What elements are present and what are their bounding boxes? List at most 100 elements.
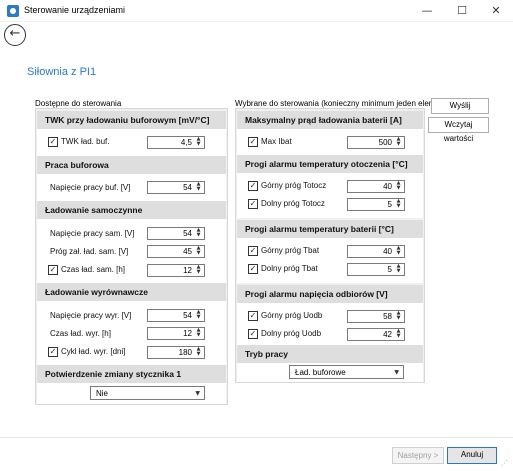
spinner-value: 54 (183, 229, 192, 238)
spinner-value: 12 (183, 266, 192, 275)
value-spinner[interactable]: 45 ▲ ▼ (147, 245, 205, 258)
value-spinner[interactable]: 58 ▲ ▼ (347, 310, 405, 323)
spinner-value: 5 (387, 200, 392, 209)
spinner-arrows-icon[interactable]: ▲ ▼ (394, 311, 403, 322)
spinner-arrows-icon[interactable]: ▲ ▼ (394, 137, 403, 148)
selected-panel: Maksymalny prąd ładowania baterii [A] ✓ … (235, 108, 425, 383)
row-label: TWK ład. buf. (61, 137, 110, 146)
spinner-value: 40 (383, 247, 392, 256)
dropdown-value: Ład. buforowe (295, 368, 346, 377)
spinner-value: 54 (183, 183, 192, 192)
spinner-arrows-icon[interactable]: ▲ ▼ (194, 310, 203, 321)
row-label: Napięcie pracy wyr. [V] (50, 311, 132, 320)
spinner-arrows-icon[interactable]: ▲ ▼ (394, 181, 403, 192)
spinner-value: 5 (387, 265, 392, 274)
spinner-arrows-icon[interactable]: ▲ ▼ (194, 182, 203, 193)
group-header: Praca buforowa (37, 156, 226, 174)
spinner-value: 500 (378, 138, 392, 147)
spinner-arrows-icon[interactable]: ▲ ▼ (194, 328, 203, 339)
row-label: Napięcie pracy buf. [V] (50, 183, 131, 192)
checkbox[interactable]: ✓ (48, 265, 58, 275)
group-body: ✓ Górny próg Totocz 40 ▲ ▼ ✓ Dolny próg T… (237, 173, 423, 218)
value-spinner[interactable]: 5 ▲ ▼ (347, 263, 405, 276)
contactor-confirm-dropdown[interactable]: Nie ▼ (90, 386, 205, 400)
work-mode-dropdown[interactable]: Ład. buforowe ▼ (289, 365, 404, 379)
spinner-arrows-icon[interactable]: ▲ ▼ (394, 199, 403, 210)
resize-grip-icon[interactable]: ⋰ (501, 459, 511, 469)
value-spinner[interactable]: 54 ▲ ▼ (147, 227, 205, 240)
group-body: ✓ Górny próg Uodb 58 ▲ ▼ ✓ Dolny próg Uod… (237, 303, 423, 348)
group-header: TWK przy ładowaniu buforowym [mV/°C] (37, 111, 226, 129)
value-spinner[interactable]: 12 ▲ ▼ (147, 327, 205, 340)
back-arrow-icon[interactable]: ← (4, 24, 26, 46)
checkbox[interactable]: ✓ (248, 311, 258, 321)
value-spinner[interactable]: 5 ▲ ▼ (347, 198, 405, 211)
checkbox[interactable]: ✓ (48, 137, 58, 147)
spinner-arrows-icon[interactable]: ▲ ▼ (394, 246, 403, 257)
minimize-icon[interactable]: — (410, 0, 444, 22)
load-values-button[interactable]: Wczytaj wartości (428, 117, 489, 143)
checkbox[interactable]: ✓ (248, 264, 258, 274)
group-body: Ład. buforowe ▼ (237, 363, 423, 382)
spinner-value: 45 (183, 247, 192, 256)
cancel-button[interactable]: Anuluj (447, 447, 497, 464)
close-icon[interactable]: ✕ (479, 0, 513, 22)
value-spinner[interactable]: 40 ▲ ▼ (347, 180, 405, 193)
next-button[interactable]: Następny > (392, 447, 444, 464)
window-title: Sterowanie urządzeniami (24, 5, 126, 15)
spinner-arrows-icon[interactable]: ▲ ▼ (194, 246, 203, 257)
chevron-down-icon: ▼ (394, 369, 399, 376)
spinner-arrows-icon[interactable]: ▲ ▼ (194, 347, 203, 358)
value-spinner[interactable]: 12 ▲ ▼ (147, 264, 205, 277)
maximize-icon[interactable]: ☐ (445, 0, 479, 22)
footer-divider (0, 437, 513, 438)
group-body: Napięcie pracy sam. [V] 54 ▲ ▼ Próg zał. … (37, 219, 226, 285)
checkbox[interactable]: ✓ (248, 329, 258, 339)
group-body: Nie ▼ (37, 383, 226, 404)
group-header: Potwierdzenie zmiany stycznika 1 (37, 365, 226, 383)
row-label: Czas ład. sam. [h] (61, 265, 126, 274)
checkbox[interactable]: ✓ (48, 347, 58, 357)
spinner-value: 4,5 (180, 138, 192, 147)
row-label: Dolny próg Tbat (261, 264, 318, 273)
spinner-arrows-icon[interactable]: ▲ ▼ (194, 265, 203, 276)
checkbox[interactable]: ✓ (248, 137, 258, 147)
row-label: Górny próg Totocz (261, 181, 327, 190)
spinner-value: 40 (383, 182, 392, 191)
spinner-arrows-icon[interactable]: ▲ ▼ (394, 264, 403, 275)
group-header: Tryb pracy (237, 345, 423, 363)
value-spinner[interactable]: 54 ▲ ▼ (147, 181, 205, 194)
spinner-arrows-icon[interactable]: ▲ ▼ (394, 329, 403, 340)
checkbox[interactable]: ✓ (248, 181, 258, 191)
row-label: Górny próg Tbat (261, 246, 320, 255)
row-label: Czas ład. wyr. [h] (50, 329, 111, 338)
row-label: Max Ibat (261, 137, 292, 146)
value-spinner[interactable]: 42 ▲ ▼ (347, 328, 405, 341)
group-header: Ładowanie wyrównawcze (37, 283, 226, 301)
spinner-arrows-icon[interactable]: ▲ ▼ (194, 137, 203, 148)
spinner-value: 180 (178, 348, 192, 357)
spinner-arrows-icon[interactable]: ▲ ▼ (194, 228, 203, 239)
send-button[interactable]: Wyślij (431, 98, 489, 114)
value-spinner[interactable]: 54 ▲ ▼ (147, 309, 205, 322)
page-title: Siłownia z PI1 (27, 66, 97, 78)
group-header: Progi alarmu temperatury baterii [°C] (237, 220, 423, 238)
checkbox[interactable]: ✓ (248, 246, 258, 256)
checkbox[interactable]: ✓ (248, 199, 258, 209)
group-header: Ładowanie samoczynne (37, 201, 226, 219)
title-bar: Sterowanie urządzeniami — ☐ ✕ (0, 0, 513, 22)
selected-label: Wybrane do sterowania (konieczny minimum… (235, 99, 450, 108)
group-body: ✓ TWK ład. buf. 4,5 ▲ ▼ (37, 129, 226, 157)
group-body: Napięcie pracy buf. [V] 54 ▲ ▼ (37, 174, 226, 202)
chevron-down-icon: ▼ (195, 390, 200, 397)
value-spinner[interactable]: 40 ▲ ▼ (347, 245, 405, 258)
value-spinner[interactable]: 4,5 ▲ ▼ (147, 136, 205, 149)
value-spinner[interactable]: 180 ▲ ▼ (147, 346, 205, 359)
group-header: Progi alarmu temperatury otoczenia [°C] (237, 155, 423, 173)
spinner-value: 42 (383, 330, 392, 339)
available-label: Dostępne do sterowania (35, 99, 122, 108)
row-label: Dolny próg Totocz (261, 199, 325, 208)
row-label: Próg zał. ład. sam. [V] (50, 247, 129, 256)
row-label: Cykl ład. wyr. [dni] (61, 347, 126, 356)
value-spinner[interactable]: 500 ▲ ▼ (347, 136, 405, 149)
